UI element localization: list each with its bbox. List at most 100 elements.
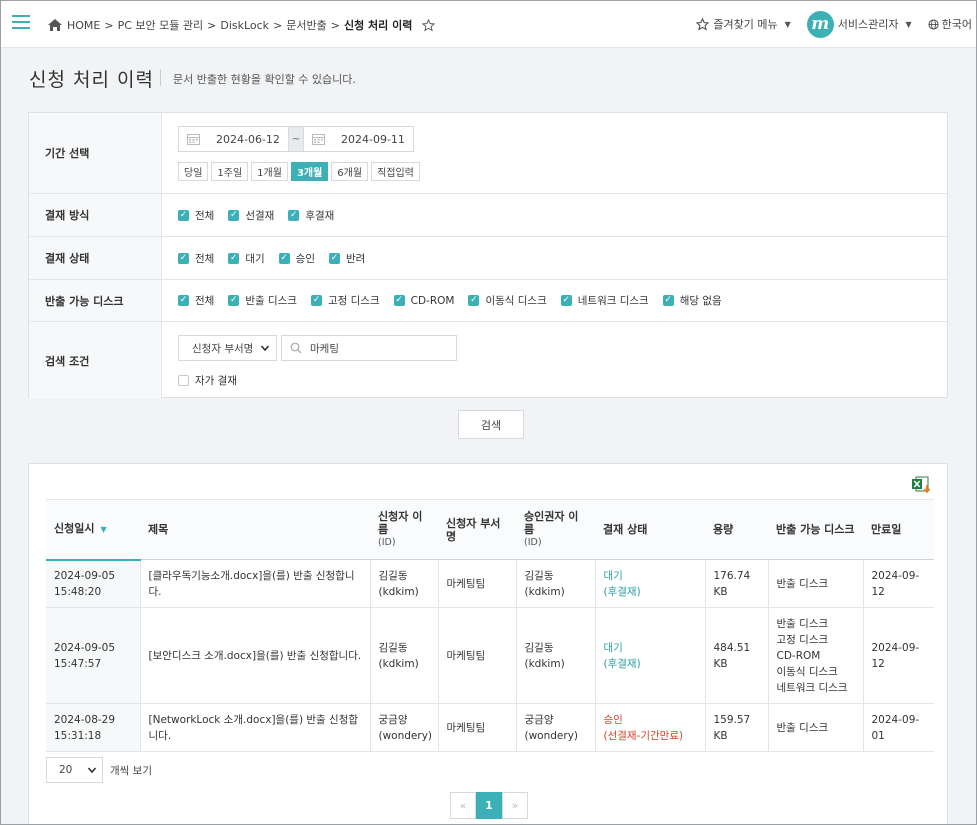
column-header[interactable]: 용량 — [705, 499, 768, 560]
breadcrumb-disklock[interactable]: DiskLock — [220, 19, 269, 32]
filter-checkbox[interactable]: ✓ 네트워크 디스크 — [560, 293, 649, 308]
column-header[interactable]: 만료일 — [863, 499, 934, 560]
page-size-value: 20 — [59, 764, 73, 776]
checkbox-label: CD-ROM — [410, 294, 455, 307]
checkbox-icon: ✓ — [328, 252, 340, 264]
user-menu[interactable]: m 서비스관리자 ▼ — [806, 10, 912, 38]
cell-approver: 김길동 (kdkim) — [516, 559, 596, 608]
column-header[interactable]: 신청일시 ▼ — [46, 499, 140, 561]
search-field-select[interactable]: 신청자 부서명 — [178, 335, 277, 361]
disk-options: ✓ 전체 ✓ 반출 디스크 ✓ 고정 디스크 ✓ CD-ROM ✓ 이동식 디스크 ✓ 네트워크 디스… — [178, 280, 722, 321]
filter-checkbox[interactable]: ✓ 고정 디스크 — [310, 293, 380, 308]
table-row[interactable]: 2024-09-05 15:48:20 [클라우독기능소개.docx]을(를) 반… — [46, 559, 934, 608]
checkbox-icon: ✓ — [310, 295, 322, 306]
table-row[interactable]: 2024-08-29 15:31:18 [NetworkLock 소개.docx]… — [46, 703, 934, 752]
cell-department: 마케팅팀 — [438, 607, 517, 704]
filter-checkbox[interactable]: ✓ 반려 — [328, 251, 366, 266]
period-button[interactable]: 6개월 — [331, 162, 369, 181]
checkbox-label: 전체 — [195, 209, 215, 222]
caret-down-icon: ▼ — [905, 19, 912, 29]
disk-item: 반출 디스크 — [776, 617, 829, 630]
cell-expiry: 2024-09-01 — [863, 703, 934, 752]
period-button[interactable]: 1주일 — [211, 162, 249, 181]
checkbox-icon: ✓ — [288, 209, 300, 221]
cell-approver: 김길동 (kdkim) — [516, 607, 596, 704]
page-size-select[interactable]: 20 — [46, 757, 103, 783]
filter-checkbox[interactable]: ✓ 선결재 — [228, 208, 274, 223]
table-row[interactable]: 2024-09-05 15:47:57 [보안디스크 소개.docx]을(를) 반… — [46, 607, 934, 704]
period-button[interactable]: 당일 — [178, 162, 209, 181]
bookmark-star-icon[interactable] — [422, 18, 436, 32]
pagination: « 1 » — [450, 792, 528, 819]
filter-checkbox[interactable]: ✓ 전체 — [178, 208, 214, 223]
filter-checkbox[interactable]: ✓ 대기 — [228, 251, 265, 266]
disk-item: 고정 디스크 — [776, 633, 829, 646]
search-button[interactable]: 검색 — [458, 410, 524, 439]
filter-checkbox[interactable]: ✓ 이동식 디스크 — [468, 293, 547, 308]
search-keyword: 마케팅 — [310, 342, 339, 355]
period-button[interactable]: 직접입력 — [371, 162, 420, 181]
favorites-menu[interactable]: 즐겨찾기 메뉴 ▼ — [696, 16, 791, 32]
page-button-current[interactable]: 1 — [476, 792, 502, 819]
search-icon — [290, 342, 302, 354]
end-date-input[interactable]: 2024-09-11 — [303, 126, 414, 152]
checkbox-label: 승인 — [295, 252, 315, 265]
start-date-input[interactable]: 2024-06-12 — [178, 126, 289, 152]
checkbox-icon: ✓ — [178, 295, 189, 306]
column-header[interactable]: 신청자 이름 (ID) — [370, 499, 438, 560]
page-title: 신청 처리 이력 — [29, 69, 154, 91]
checkbox-icon: ✓ — [228, 209, 240, 221]
history-table: 신청일시 ▼ 제목 신청자 이름 (ID) 신청자 부서명 승인권자 이름 (ID) 결재 상태… — [46, 499, 934, 752]
filter-label-approval-status: 결재 상태 — [29, 237, 162, 279]
disk-item: CD-ROM — [776, 649, 821, 662]
date-range: 2024-06-12 ~ 2024-09-11 — [178, 126, 414, 152]
avatar: m — [806, 10, 834, 38]
globe-icon — [928, 18, 939, 30]
cell-approver: 궁금양 (wondery) — [516, 703, 596, 752]
sort-desc-icon[interactable]: ▼ — [100, 525, 106, 534]
table-header-row: 신청일시 ▼ 제목 신청자 이름 (ID) 신청자 부서명 승인권자 이름 (ID) 결재 상태… — [46, 499, 934, 561]
filter-checkbox[interactable]: ✓ 전체 — [178, 251, 214, 266]
cell-size: 176.74 KB — [705, 559, 769, 608]
column-header[interactable]: 승인권자 이름 (ID) — [516, 499, 595, 560]
column-header[interactable]: 제목 — [140, 499, 370, 560]
search-input[interactable]: 마케팅 — [281, 335, 457, 361]
period-button[interactable]: 3개월 — [290, 162, 329, 181]
breadcrumb-home[interactable]: HOME — [67, 19, 100, 32]
column-header-label: 만료일 — [871, 523, 902, 536]
cell-date: 2024-09-05 15:47:57 — [46, 607, 141, 704]
filter-checkbox[interactable]: ✓ 승인 — [278, 251, 315, 266]
column-header[interactable]: 결재 상태 — [595, 499, 705, 560]
cell-status: 대기 (후결재) — [595, 607, 706, 704]
self-approval-label: 자가 결재 — [195, 375, 237, 387]
breadcrumb-separator: > — [104, 18, 114, 32]
filter-checkbox[interactable]: ✓ CD-ROM — [393, 294, 455, 307]
checkbox-label: 선결재 — [245, 209, 275, 222]
page-size-control: 20 개씩 보기 — [46, 757, 152, 783]
home-icon[interactable] — [47, 18, 63, 32]
language-label: 한국어 — [941, 18, 972, 31]
filter-checkbox[interactable]: ✓ 후결재 — [288, 208, 334, 223]
filter-checkbox[interactable]: ✓ 반출 디스크 — [228, 293, 297, 308]
cell-size: 159.57 KB — [705, 703, 769, 752]
self-approval-checkbox[interactable]: 자가 결재 — [178, 373, 237, 388]
language-selector[interactable]: 한국어 — [928, 16, 972, 32]
column-header[interactable]: 반출 가능 디스크 — [768, 499, 863, 560]
table-body: 2024-09-05 15:48:20 [클라우독기능소개.docx]을(를) 반… — [46, 559, 934, 752]
checkbox-label: 반려 — [345, 252, 366, 265]
column-header[interactable]: 신청자 부서명 — [438, 499, 516, 560]
approval-status-options: ✓ 전체 ✓ 대기 ✓ 승인 ✓ 반려 — [178, 237, 365, 279]
breadcrumb-separator: > — [273, 18, 283, 32]
filter-checkbox[interactable]: ✓ 해당 없음 — [662, 293, 722, 308]
breadcrumb-document-export[interactable]: 문서반출 — [286, 17, 326, 33]
excel-download-icon[interactable] — [912, 476, 932, 494]
period-button[interactable]: 1개월 — [251, 162, 288, 181]
menu-toggle-icon[interactable] — [12, 15, 30, 29]
checkbox-label: 해당 없음 — [679, 295, 722, 307]
next-page-button[interactable]: » — [502, 792, 528, 819]
filter-checkbox[interactable]: ✓ 전체 — [178, 293, 214, 308]
prev-page-button[interactable]: « — [450, 792, 476, 819]
breadcrumb-pc-security[interactable]: PC 보안 모듈 관리 — [118, 17, 204, 33]
cell-date: 2024-09-05 15:48:20 — [46, 559, 141, 608]
period-buttons: 당일 1주일 1개월 3개월 6개월 직접입력 — [178, 162, 420, 181]
